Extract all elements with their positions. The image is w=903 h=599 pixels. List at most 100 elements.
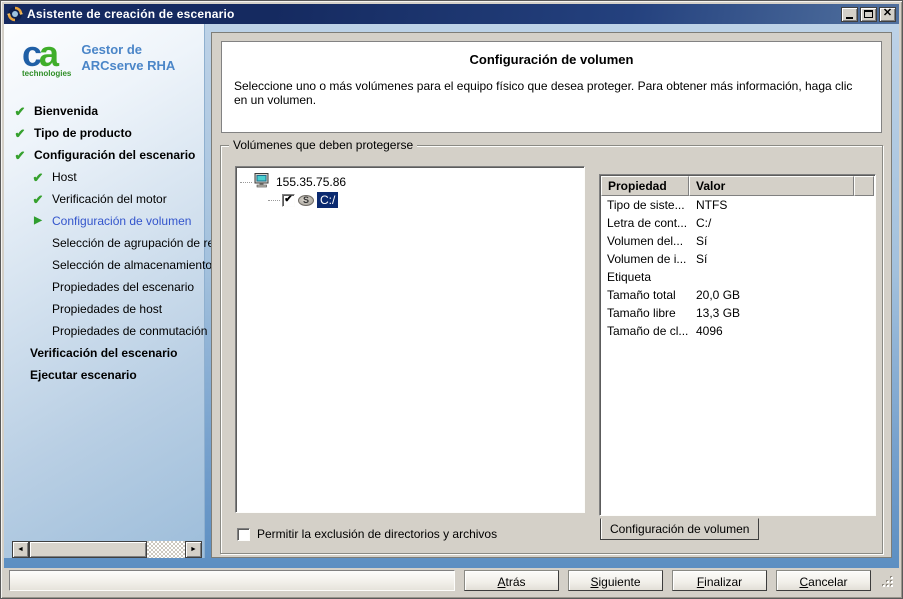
checkmark-icon: ✔ <box>284 195 292 205</box>
scroll-right-button[interactable]: ► <box>185 541 202 558</box>
resize-grip[interactable] <box>880 574 893 587</box>
page-title: Configuración de volumen <box>234 52 869 67</box>
button-mnemonic: C <box>799 575 808 589</box>
scrollbar-track[interactable] <box>147 541 185 558</box>
sidebar-step-ejecutar-escenario[interactable]: Ejecutar escenario <box>4 364 204 386</box>
exclusion-label: Permitir la exclusión de directorios y a… <box>257 527 497 541</box>
sidebar-step-tipo-de-producto[interactable]: ✔ Tipo de producto <box>4 122 204 144</box>
app-name: Gestor de ARCserve RHA <box>81 42 175 75</box>
sidebar-step-configuracion-de-volumen[interactable]: ▶ Configuración de volumen <box>4 210 204 232</box>
check-icon: ✔ <box>12 149 28 162</box>
shared-disk-icon: S <box>298 195 314 206</box>
step-label: Verificación del motor <box>52 192 167 206</box>
sidebar-horizontal-scrollbar[interactable]: ◄ ► <box>12 541 202 558</box>
minimize-button[interactable] <box>841 7 858 22</box>
property-name: Tamaño total <box>601 288 689 302</box>
button-label: iguiente <box>598 575 640 589</box>
maximize-button[interactable] <box>860 7 877 22</box>
property-value: Sí <box>689 252 874 266</box>
step-label: Tipo de producto <box>34 126 132 140</box>
button-label: ancelar <box>808 575 847 589</box>
property-name: Tamaño libre <box>601 306 689 320</box>
property-value: NTFS <box>689 198 874 212</box>
scrollbar-thumb[interactable] <box>29 541 147 558</box>
tree-root-host[interactable]: 155.35.75.86 <box>274 175 348 189</box>
tree-connector <box>268 200 280 201</box>
sidebar-step-seleccion-de-almacenamiento[interactable]: Selección de almacenamiento <box>4 254 204 276</box>
maximize-icon <box>864 10 873 18</box>
scroll-left-icon: ◄ <box>17 546 24 553</box>
app-name-line2: ARCserve RHA <box>81 58 175 74</box>
properties-header: Propiedad Valor <box>601 176 874 196</box>
property-row: Tamaño libre13,3 GB <box>601 304 874 322</box>
logo-letter-c: c <box>22 33 39 74</box>
property-value: C:/ <box>689 216 874 230</box>
check-icon: ✔ <box>12 105 28 118</box>
property-row: Tipo de siste...NTFS <box>601 196 874 214</box>
sidebar-step-bienvenida[interactable]: ✔ Bienvenida <box>4 100 204 122</box>
current-step-arrow-icon: ▶ <box>30 216 46 226</box>
next-button[interactable]: Siguiente <box>568 570 663 591</box>
sidebar-step-verificacion-del-motor[interactable]: ✔ Verificación del motor <box>4 188 204 210</box>
finish-button[interactable]: Finalizar <box>672 570 767 591</box>
sidebar-step-propiedades-de-host[interactable]: Propiedades de host <box>4 298 204 320</box>
app-icon <box>7 6 23 22</box>
property-name: Tamaño de cl... <box>601 324 689 338</box>
logo-subtext: technologies <box>22 70 71 78</box>
property-name: Etiqueta <box>601 270 689 284</box>
property-row: Volumen de i...Sí <box>601 250 874 268</box>
tree-volume-row[interactable]: ✔ S C:/ <box>268 191 580 209</box>
close-button[interactable]: ✕ <box>879 7 896 22</box>
step-label: Configuración del escenario <box>34 148 195 162</box>
wizard-window: Asistente de creación de escenario ✕ ca … <box>0 0 903 599</box>
volume-tree[interactable]: 155.35.75.86 ✔ S C:/ <box>235 166 585 513</box>
sidebar-step-propiedades-de-conmutacion[interactable]: Propiedades de conmutación <box>4 320 204 342</box>
titlebar[interactable]: Asistente de creación de escenario ✕ <box>4 4 899 24</box>
cancel-button[interactable]: Cancelar <box>776 570 871 591</box>
sidebar-step-verificacion-del-escenario[interactable]: Verificación del escenario <box>4 342 204 364</box>
step-header-panel: Configuración de volumen Seleccione uno … <box>221 41 882 133</box>
ca-logo: ca technologies <box>22 36 71 78</box>
sidebar-step-propiedades-del-escenario[interactable]: Propiedades del escenario <box>4 276 204 298</box>
tree-volume-label[interactable]: C:/ <box>317 192 338 208</box>
property-value: 13,3 GB <box>689 306 874 320</box>
property-name: Tipo de siste... <box>601 198 689 212</box>
column-header-propiedad[interactable]: Propiedad <box>601 176 689 196</box>
column-header-valor[interactable]: Valor <box>689 176 854 196</box>
volume-checkbox[interactable]: ✔ <box>282 194 295 207</box>
step-label: Propiedades de conmutación <box>52 324 207 338</box>
check-icon: ✔ <box>12 127 28 140</box>
sidebar-step-host[interactable]: ✔ Host <box>4 166 204 188</box>
minimize-icon <box>846 17 853 19</box>
button-label: trás <box>506 575 526 589</box>
statusbar: Atrás Siguiente Finalizar Cancelar <box>4 568 899 595</box>
sidebar-step-seleccion-de-agrupacion[interactable]: Selección de agrupación de recursos <box>4 232 204 254</box>
button-mnemonic: A <box>497 575 505 589</box>
step-label: Configuración de volumen <box>52 214 191 228</box>
back-button[interactable]: Atrás <box>464 570 559 591</box>
sidebar-step-configuracion-del-escenario[interactable]: ✔ Configuración del escenario <box>4 144 204 166</box>
tab-configuracion-de-volumen[interactable]: Configuración de volumen <box>600 518 759 540</box>
check-icon: ✔ <box>30 193 46 206</box>
button-label: inalizar <box>704 575 742 589</box>
step-label: Verificación del escenario <box>30 346 177 360</box>
property-row: Volumen del...Sí <box>601 232 874 250</box>
property-row: Etiqueta <box>601 268 874 286</box>
scroll-left-button[interactable]: ◄ <box>12 541 29 558</box>
property-value: Sí <box>689 234 874 248</box>
step-label: Host <box>52 170 77 184</box>
volume-properties-panel: Propiedad Valor Tipo de siste...NTFS Let… <box>599 174 876 516</box>
client-area: ca technologies Gestor de ARCserve RHA ✔… <box>4 24 899 568</box>
exclusion-checkbox-row[interactable]: Permitir la exclusión de directorios y a… <box>237 527 497 541</box>
brand-block: ca technologies Gestor de ARCserve RHA <box>22 36 204 78</box>
logo-letter-a: a <box>39 33 56 74</box>
status-message-panel <box>9 570 455 591</box>
property-row: Letra de cont...C:/ <box>601 214 874 232</box>
exclusion-checkbox[interactable] <box>237 528 250 541</box>
main-area: Configuración de volumen Seleccione uno … <box>205 24 899 558</box>
close-icon: ✕ <box>883 8 892 19</box>
property-name: Letra de cont... <box>601 216 689 230</box>
step-label: Bienvenida <box>34 104 98 118</box>
check-icon: ✔ <box>30 171 46 184</box>
tree-root-row[interactable]: 155.35.75.86 <box>240 173 580 191</box>
